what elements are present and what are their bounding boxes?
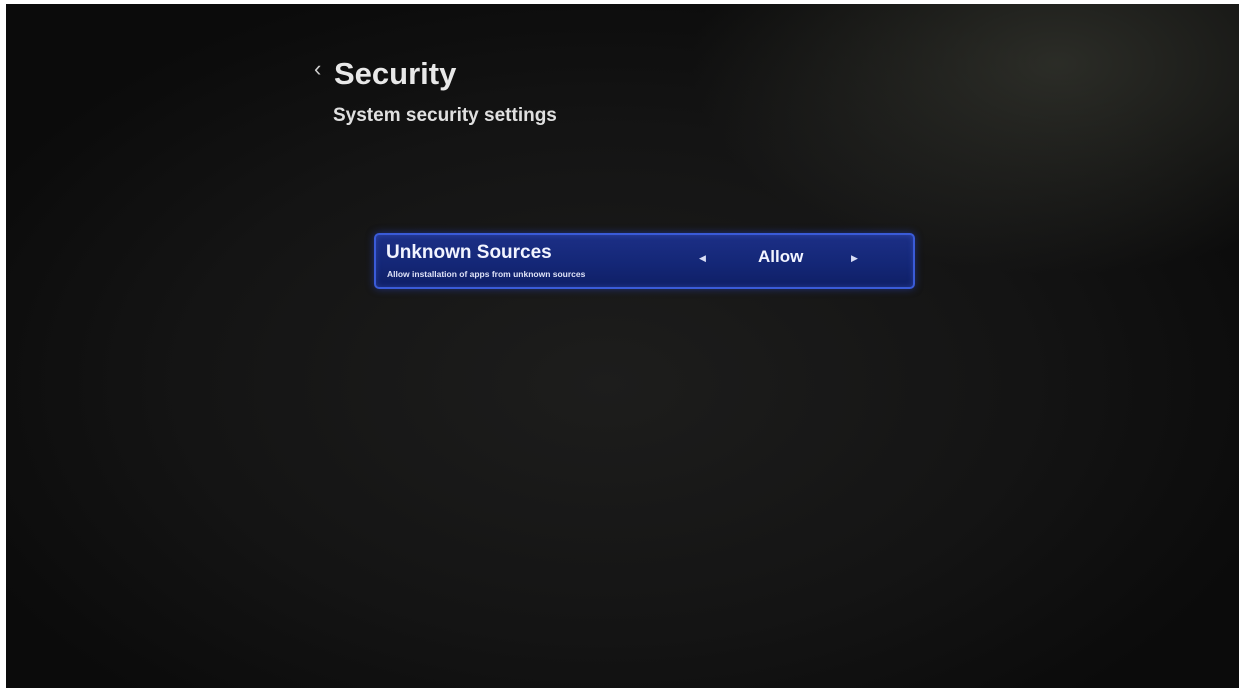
- setting-description: Allow installation of apps from unknown …: [387, 269, 586, 279]
- page-title: Security: [334, 56, 457, 91]
- arrow-right-icon[interactable]: ▶: [851, 252, 858, 264]
- arrow-left-icon[interactable]: ◀: [699, 252, 706, 264]
- setting-title: Unknown Sources: [386, 242, 552, 263]
- unknown-sources-setting[interactable]: Unknown Sources Allow installation of ap…: [374, 233, 915, 289]
- chevron-left-icon[interactable]: ‹: [314, 58, 321, 80]
- page-subtitle: System security settings: [333, 105, 557, 126]
- setting-value: Allow: [758, 247, 804, 266]
- tv-screen: ‹ Security System security settings Unkn…: [6, 4, 1239, 688]
